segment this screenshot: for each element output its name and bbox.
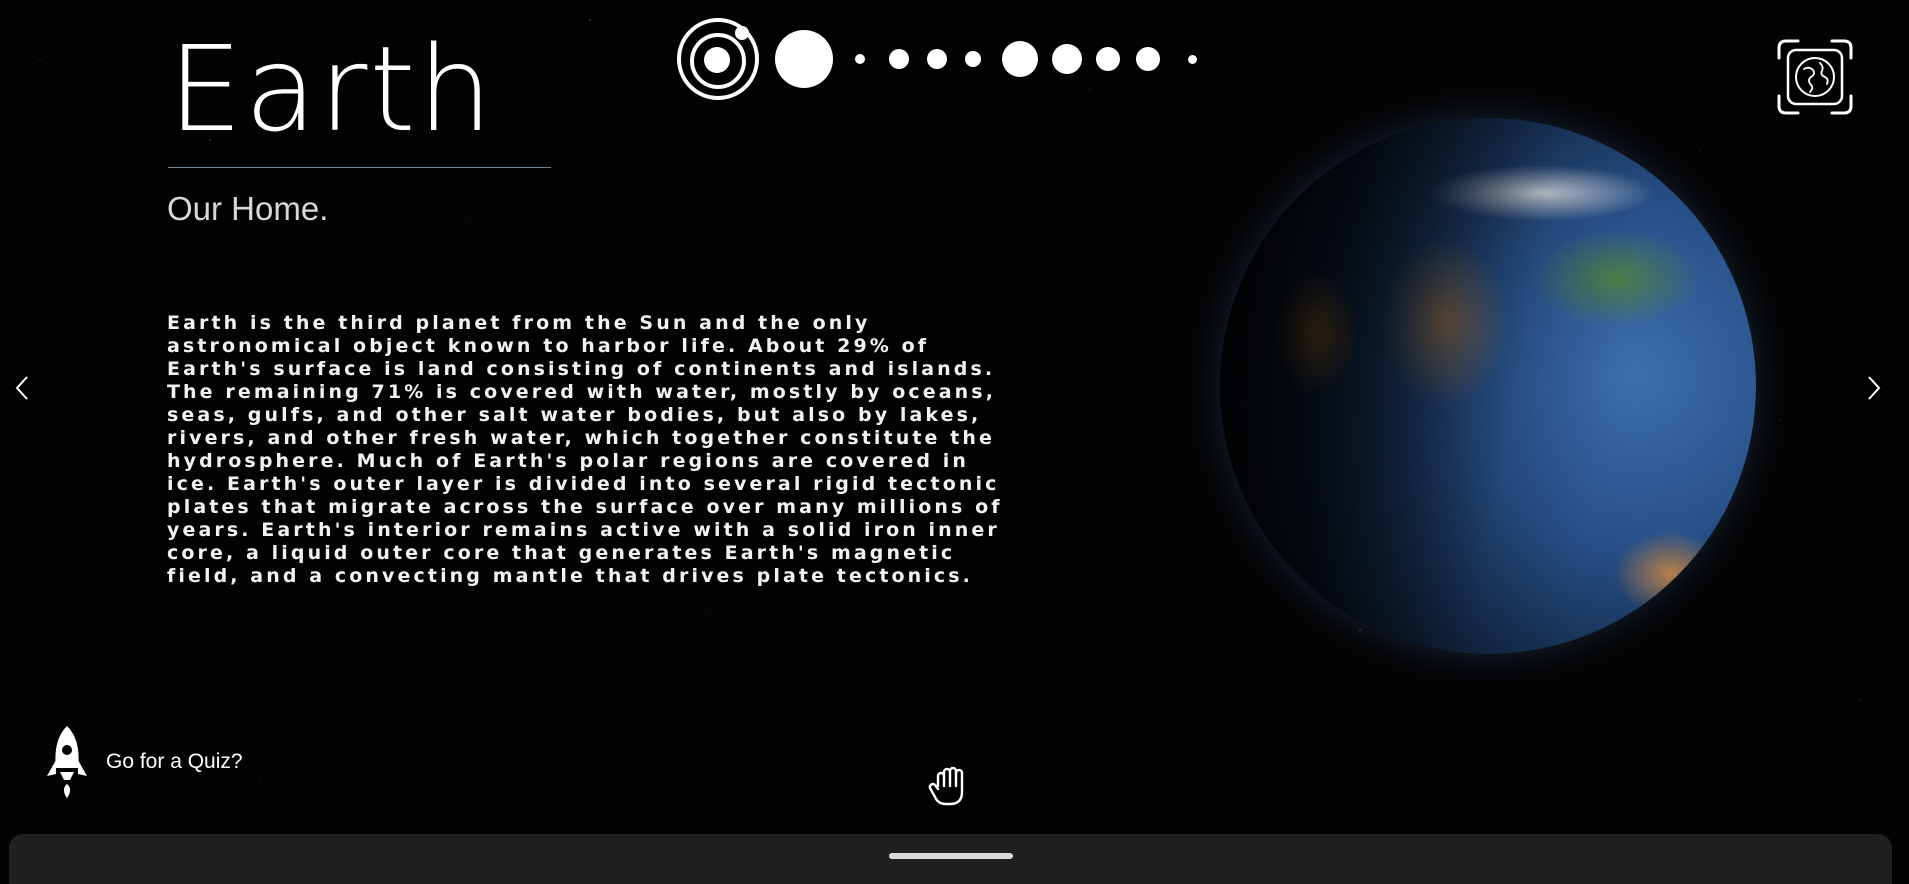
planet-dot-earth[interactable]: [927, 49, 947, 69]
planet-navigation: [675, 16, 1197, 102]
quiz-button[interactable]: Go for a Quiz?: [44, 724, 243, 800]
globe-frame-icon[interactable]: [1776, 38, 1854, 116]
page-subtitle: Our Home.: [167, 190, 329, 227]
planet-dot-mercury[interactable]: [855, 54, 865, 64]
chevron-right-icon[interactable]: [1862, 374, 1886, 402]
rocket-icon: [47, 726, 87, 798]
planet-dot-pluto[interactable]: [1188, 54, 1197, 64]
planet-dot-sun[interactable]: [775, 30, 833, 88]
solar-system-icon[interactable]: [675, 16, 761, 102]
planet-dot-jupiter[interactable]: [1002, 41, 1038, 77]
bottom-sheet[interactable]: [9, 834, 1892, 884]
planet-dot-mars[interactable]: [965, 51, 981, 67]
bottom-sheet-handle[interactable]: [889, 853, 1013, 859]
planet-dot-venus[interactable]: [889, 49, 909, 69]
chevron-left-icon[interactable]: [10, 374, 34, 402]
planet-dot-neptune[interactable]: [1136, 47, 1160, 71]
planet-dot-uranus[interactable]: [1096, 47, 1120, 71]
planet-description: Earth is the third planet from the Sun a…: [167, 312, 1003, 587]
earth-night-shadow: [1220, 118, 1756, 654]
title-divider: [168, 167, 551, 168]
planet-dot-saturn[interactable]: [1052, 44, 1082, 74]
quiz-label: Go for a Quiz?: [106, 750, 243, 773]
page-title: Earth: [168, 20, 495, 158]
hand-icon[interactable]: [928, 762, 974, 808]
